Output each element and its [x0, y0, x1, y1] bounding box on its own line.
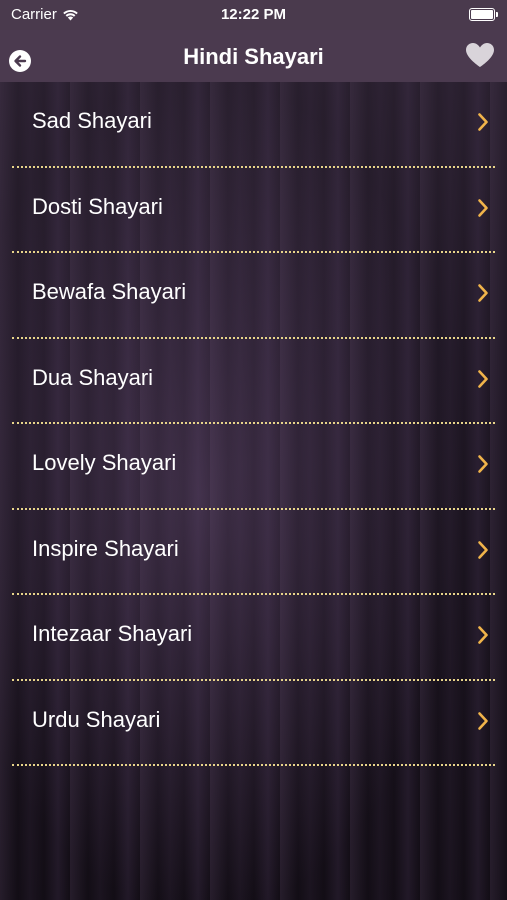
- list-item-lovely-shayari[interactable]: Lovely Shayari: [0, 424, 507, 510]
- heart-icon: [466, 43, 494, 67]
- list-item-label: Urdu Shayari: [32, 706, 161, 732]
- chevron-right-icon: [478, 113, 488, 131]
- list-item-dosti-shayari[interactable]: Dosti Shayari: [0, 168, 507, 253]
- chevron-right-icon: [478, 711, 488, 730]
- navigation-bar: Hindi Shayari: [0, 30, 507, 82]
- chevron-right-icon: [478, 455, 488, 473]
- list-item-label: Intezaar Shayari: [32, 621, 193, 646]
- list-item-inspire-shayari[interactable]: Inspire Shayari: [0, 510, 507, 595]
- status-bar: Carrier 12:22 PM: [0, 0, 507, 30]
- battery-icon: [469, 8, 498, 21]
- chevron-right-icon: [478, 369, 488, 388]
- list-item-bewafa-shayari[interactable]: Bewafa Shayari: [0, 253, 507, 339]
- status-time: 12:22 PM: [220, 6, 287, 23]
- list-item-intezaar-shayari[interactable]: Intezaar Shayari: [0, 595, 507, 681]
- chevron-right-icon: [478, 626, 488, 644]
- list-item-label: Lovely Shayari: [32, 450, 177, 475]
- list-item-label: Sad Shayari: [32, 108, 152, 133]
- favorite-button[interactable]: [465, 42, 495, 73]
- list-item-urdu-shayari[interactable]: Urdu Shayari: [0, 681, 507, 766]
- chevron-right-icon: [478, 198, 488, 217]
- list-item-label: Dosti Shayari: [32, 193, 163, 219]
- list-item-sad-shayari[interactable]: Sad Shayari: [0, 82, 507, 168]
- chevron-right-icon: [478, 284, 488, 302]
- page-title: Hindi Shayari: [183, 44, 324, 69]
- list-item-dua-shayari[interactable]: Dua Shayari: [0, 339, 507, 424]
- divider: [12, 764, 495, 766]
- list-item-label: Inspire Shayari: [32, 535, 179, 561]
- list-item-label: Dua Shayari: [32, 364, 154, 390]
- chevron-right-icon: [478, 540, 488, 559]
- category-list: Sad Shayari Dosti Shayari Bewafa Shayari…: [0, 82, 507, 766]
- list-item-label: Bewafa Shayari: [32, 279, 187, 304]
